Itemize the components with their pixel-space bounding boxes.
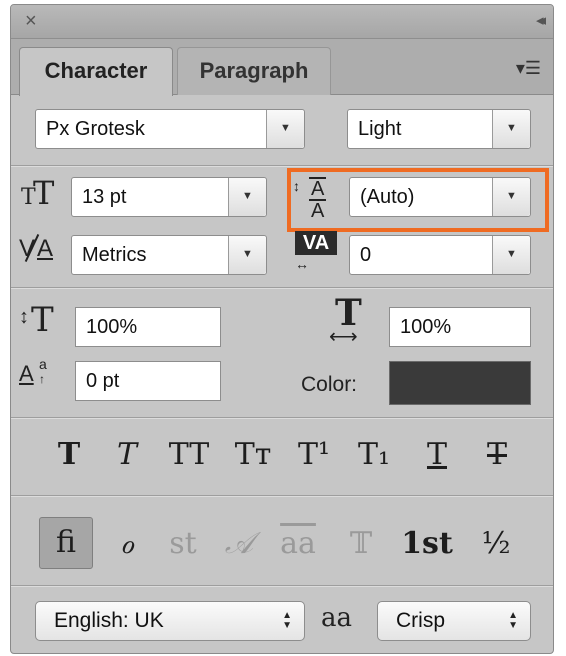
horizontal-scale-value: 100% [400,316,452,338]
vertical-scale-value: 100% [86,316,138,338]
tracking-icon: VA ↔ [293,229,343,271]
antialias-icon: aa [321,603,353,633]
language-select[interactable]: English: UK ▲ ▼ [35,601,305,641]
small-caps-icon[interactable]: Tт [225,435,281,475]
baseline-shift-icon: A a ↑ [19,356,47,386]
baseline-shift-value: 0 pt [86,370,120,392]
antialias-value: Crisp [396,609,446,632]
updown-arrow-icon: ▲ ▼ [508,610,518,631]
fractions-icon[interactable]: ½ [471,519,521,569]
horizontal-scale-icon: T ⟷ [329,292,362,348]
vertical-scale-icon: ↕ T [19,300,54,340]
chevron-down-icon[interactable]: ▼ [492,110,530,148]
panel-menu-icon[interactable]: ▾☰ [516,59,541,77]
chevron-down-icon[interactable]: ▼ [492,236,530,274]
baseline-shift-input[interactable]: 0 pt [75,361,221,401]
kerning-value: Metrics [82,244,147,266]
divider [11,417,553,419]
all-caps-icon[interactable]: TT [161,435,217,475]
strikethrough-icon[interactable]: T [477,435,517,475]
faux-bold-icon[interactable]: T [49,435,89,475]
horizontal-scale-input[interactable]: 100% [389,307,531,347]
antialias-select[interactable]: Crisp ▲ ▼ [377,601,531,641]
chevron-down-icon[interactable]: ▼ [266,110,304,148]
font-family-select[interactable]: Px Grotesk ▼ [35,109,305,149]
font-size-icon: T T [21,174,55,212]
font-style-select[interactable]: Light ▼ [347,109,531,149]
divider [11,495,553,497]
kerning-icon: V A [19,233,54,263]
collapse-icon[interactable]: ◂◂ [536,13,546,29]
divider [11,165,553,167]
leading-highlight [287,168,549,232]
font-family-value: Px Grotesk [46,118,145,140]
contextual-alternates-icon[interactable]: ℴ [107,519,147,569]
divider [11,287,553,289]
tab-paragraph[interactable]: Paragraph [177,47,331,95]
titling-alternates-icon[interactable]: 𝕋 [339,519,383,569]
vertical-scale-input[interactable]: 100% [75,307,221,347]
updown-arrow-icon: ▲ ▼ [282,610,292,631]
kerning-select[interactable]: Metrics ▼ [71,235,267,275]
tracking-select[interactable]: 0 ▼ [349,235,531,275]
font-style-value: Light [358,118,402,140]
chevron-down-icon[interactable]: ▼ [228,178,266,216]
discretionary-ligatures-icon[interactable]: st [161,519,205,569]
color-label: Color: [301,373,358,396]
font-size-value: 13 pt [82,186,127,208]
standard-ligatures-icon[interactable]: ﬁ [39,517,93,569]
color-swatch[interactable] [389,361,531,405]
superscript-icon[interactable]: T¹ [289,435,339,475]
divider [11,585,553,587]
tracking-value: 0 [360,244,372,266]
panel-titlebar: × ◂◂ [11,5,553,39]
subscript-icon[interactable]: T₁ [349,435,399,475]
tab-character[interactable]: Character [19,47,173,96]
close-icon[interactable]: × [25,11,37,31]
font-size-input[interactable]: 13 pt ▼ [71,177,267,217]
character-panel: × ◂◂ Character Paragraph ▾☰ Px Grotesk ▼… [10,4,554,654]
language-value: English: UK [54,609,164,632]
swash-icon[interactable]: 𝒜 [217,519,261,569]
faux-italic-icon[interactable]: T [107,435,147,475]
chevron-down-icon[interactable]: ▼ [228,236,266,274]
ordinals-icon[interactable]: 1st [395,519,459,569]
tab-bar: Character Paragraph ▾☰ [11,39,553,96]
underline-icon[interactable]: T [417,435,457,475]
stylistic-alternates-icon[interactable]: aa [273,519,323,569]
